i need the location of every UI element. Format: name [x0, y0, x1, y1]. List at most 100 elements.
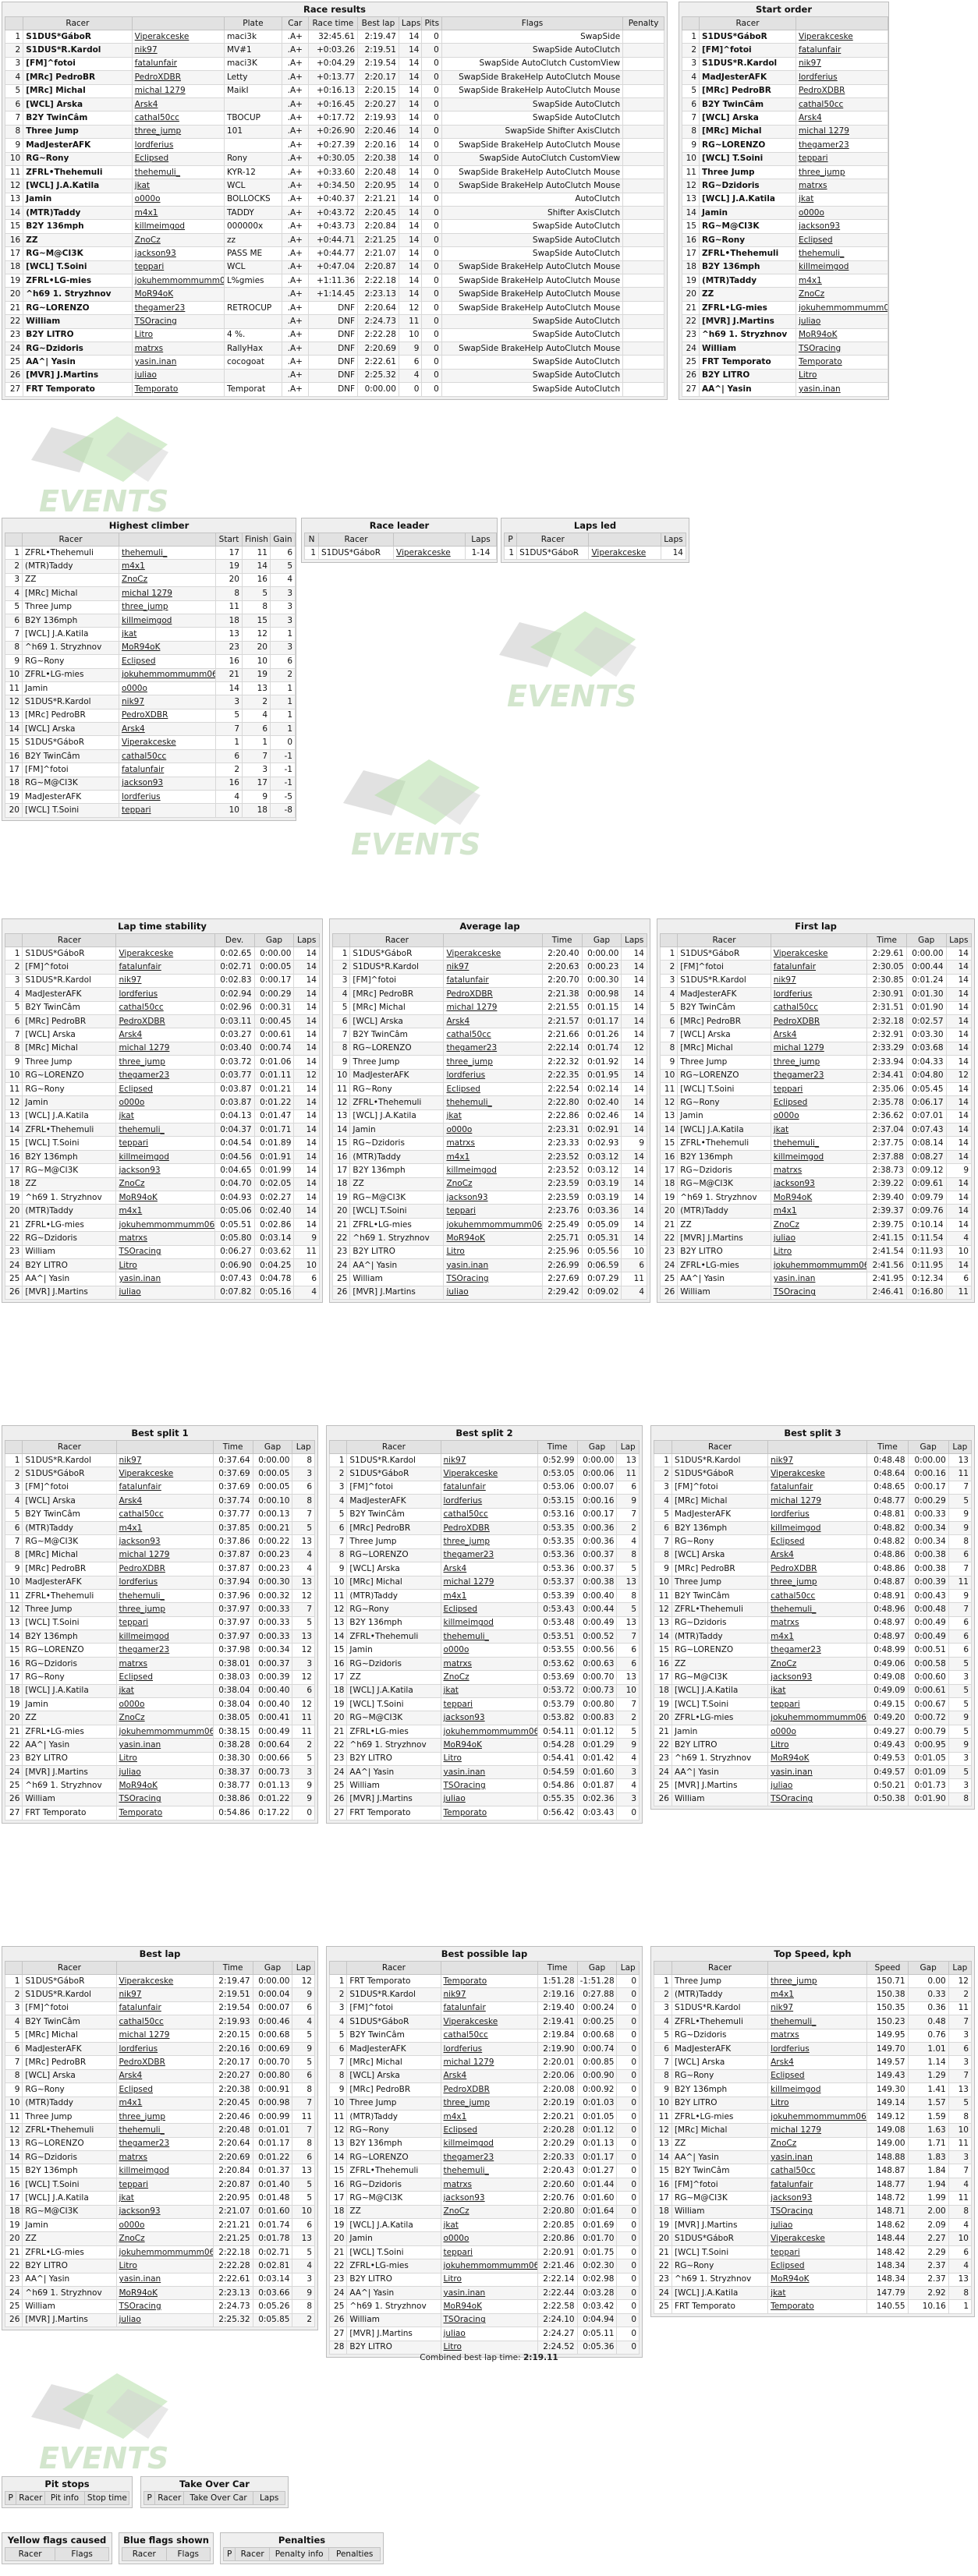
player-link[interactable]: killmeimgod: [115, 1149, 215, 1165]
player-link[interactable]: Litro: [767, 1738, 868, 1753]
column-header[interactable]: Gap: [907, 1961, 949, 1975]
column-header[interactable]: Gap: [905, 933, 947, 947]
player-link[interactable]: killmeimgod: [770, 1149, 868, 1165]
player-link[interactable]: ZnoCz: [767, 2136, 868, 2152]
column-header[interactable]: Racer: [677, 933, 771, 947]
column-header[interactable]: [682, 16, 700, 30]
player-link[interactable]: Arsk4: [115, 2068, 214, 2084]
player-link[interactable]: juliao: [440, 2327, 538, 2341]
player-link[interactable]: lordferius: [119, 790, 216, 805]
column-header[interactable]: Plate: [223, 16, 282, 30]
player-link[interactable]: killmeimgod: [796, 260, 888, 275]
player-link[interactable]: Temporato: [440, 1806, 538, 1821]
player-link[interactable]: PedroXDBR: [115, 1562, 214, 1576]
player-link[interactable]: thehemuli_: [119, 545, 216, 561]
player-link[interactable]: Eclipsed: [115, 1670, 214, 1685]
player-link[interactable]: MoR94oK: [440, 2299, 538, 2314]
player-link[interactable]: Eclipsed: [119, 654, 216, 669]
player-link[interactable]: jokuhemmommumm06: [119, 667, 216, 682]
player-link[interactable]: matrxs: [115, 2150, 214, 2165]
player-link[interactable]: yasin.inan: [443, 1258, 543, 1273]
column-header[interactable]: Racer: [16, 2491, 45, 2505]
player-link[interactable]: Eclipsed: [770, 1095, 868, 1110]
player-link[interactable]: jkat: [770, 1123, 868, 1138]
player-link[interactable]: thegamer23: [443, 1041, 543, 1056]
player-link[interactable]: yasin.inan: [131, 355, 225, 370]
player-link[interactable]: Viperakceske: [588, 545, 661, 561]
column-header[interactable]: [4, 1440, 23, 1454]
player-link[interactable]: jokuhemmommumm06: [796, 300, 888, 316]
column-header[interactable]: N: [304, 533, 319, 547]
column-header[interactable]: Pit info: [44, 2491, 85, 2505]
player-link[interactable]: PedroXDBR: [440, 1520, 538, 1536]
player-link[interactable]: Arsk4: [119, 722, 216, 737]
player-link[interactable]: jkat: [796, 192, 888, 207]
player-link[interactable]: cathal50cc: [443, 1028, 543, 1042]
player-link[interactable]: michal 1279: [770, 1041, 868, 1056]
player-link[interactable]: Eclipsed: [796, 232, 888, 248]
player-link[interactable]: m4x1: [115, 2096, 214, 2111]
column-header[interactable]: Gap: [252, 1961, 293, 1975]
column-header[interactable]: Lap: [948, 1440, 973, 1454]
column-header[interactable]: [328, 1961, 348, 1975]
column-header[interactable]: Lap: [616, 1440, 640, 1454]
player-link[interactable]: fatalunfair: [131, 56, 225, 72]
column-header[interactable]: [770, 933, 868, 947]
column-header[interactable]: [131, 16, 225, 30]
player-link[interactable]: nik97: [770, 973, 868, 989]
player-link[interactable]: m4x1: [115, 1204, 215, 1219]
player-link[interactable]: jackson93: [115, 1163, 215, 1178]
player-link[interactable]: matrxs: [440, 2177, 538, 2192]
player-link[interactable]: thehemuli_: [115, 1588, 214, 1604]
column-header[interactable]: Gap: [252, 1440, 293, 1454]
player-link[interactable]: lordferius: [440, 2041, 538, 2057]
column-header[interactable]: [4, 16, 24, 30]
player-link[interactable]: thehemuli_: [767, 2015, 868, 2029]
player-link[interactable]: o000o: [443, 1123, 543, 1138]
player-link[interactable]: cathal50cc: [131, 111, 225, 126]
player-link[interactable]: three_jump: [767, 1575, 868, 1590]
player-link[interactable]: teppari: [440, 1697, 538, 1712]
player-link[interactable]: Litro: [131, 327, 225, 342]
column-header[interactable]: Gap: [581, 933, 622, 947]
player-link[interactable]: Arsk4: [115, 1028, 215, 1042]
column-header[interactable]: Pits: [421, 16, 442, 30]
player-link[interactable]: Litro: [440, 2272, 538, 2287]
player-link[interactable]: teppari: [796, 151, 888, 166]
player-link[interactable]: nik97: [767, 1453, 868, 1468]
player-link[interactable]: jkat: [767, 2285, 868, 2301]
player-link[interactable]: Eclipsed: [767, 2068, 868, 2084]
player-link[interactable]: killmeimgod: [443, 1163, 543, 1178]
player-link[interactable]: matrxs: [440, 1656, 538, 1672]
player-link[interactable]: m4x1: [115, 1520, 214, 1536]
column-header[interactable]: Finish: [242, 533, 271, 547]
player-link[interactable]: teppari: [115, 2177, 214, 2192]
column-header[interactable]: Lap: [616, 1961, 640, 1975]
player-link[interactable]: nik97: [443, 960, 543, 975]
player-link[interactable]: jkat: [440, 1683, 538, 1699]
player-link[interactable]: yasin.inan: [440, 2285, 538, 2301]
column-header[interactable]: [654, 1440, 672, 1454]
player-link[interactable]: Viperakceske: [770, 946, 868, 961]
column-header[interactable]: Gap: [253, 933, 295, 947]
player-link[interactable]: ZnoCz: [796, 287, 888, 302]
player-link[interactable]: yasin.inan: [767, 1764, 868, 1780]
player-link[interactable]: Arsk4: [796, 111, 888, 126]
column-header[interactable]: [588, 533, 661, 547]
player-link[interactable]: three_jump: [767, 1973, 868, 1989]
column-header[interactable]: [115, 1961, 214, 1975]
player-link[interactable]: m4x1: [440, 2109, 538, 2125]
player-link[interactable]: thehemuli_: [440, 1629, 538, 1644]
player-link[interactable]: Arsk4: [440, 2068, 538, 2084]
player-link[interactable]: thehemuli_: [115, 1123, 215, 1138]
player-link[interactable]: cathal50cc: [115, 1507, 214, 1522]
player-link[interactable]: m4x1: [767, 1987, 868, 2002]
player-link[interactable]: lordferius: [131, 138, 225, 153]
player-link[interactable]: juliao: [796, 314, 888, 329]
player-link[interactable]: Litro: [767, 2096, 868, 2111]
player-link[interactable]: matrxs: [796, 179, 888, 193]
player-link[interactable]: jackson93: [770, 1177, 868, 1192]
player-link[interactable]: jkat: [115, 2191, 214, 2206]
player-link[interactable]: juliao: [440, 1792, 538, 1807]
player-link[interactable]: juliao: [767, 2218, 868, 2233]
